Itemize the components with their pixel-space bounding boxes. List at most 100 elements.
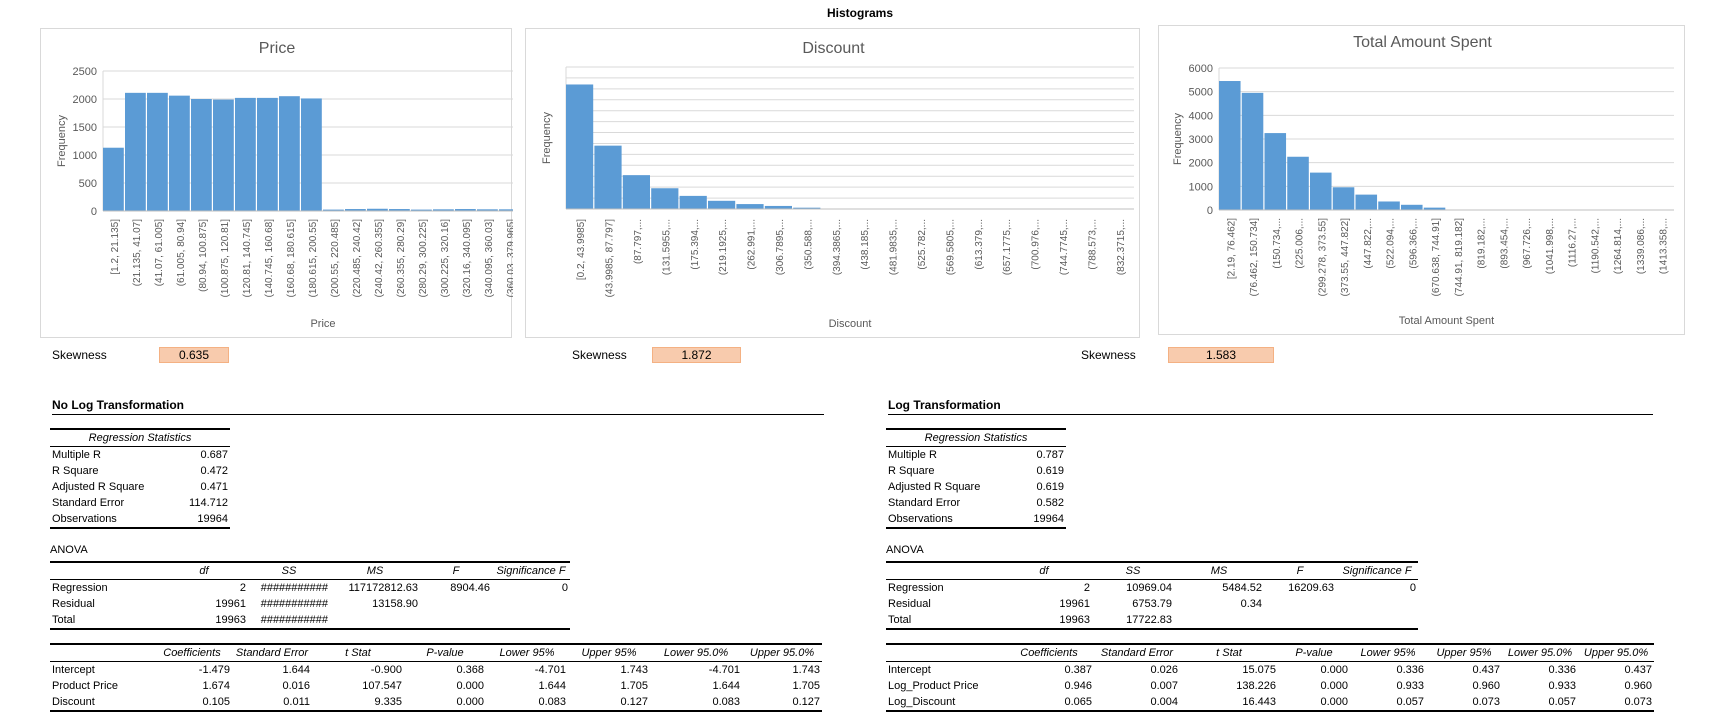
regression-statistics-table: Regression Statistics Multiple R 0.787 R Sq…: [886, 428, 1066, 529]
y-tick-label: 1000: [73, 150, 97, 162]
x-tick-label: (340.095, 360.03]: [484, 219, 495, 298]
table-row: Log_Product Price 0.946 0.007 138.226 0.000 0…: [886, 678, 1654, 694]
cell-value: -4.701: [534, 664, 566, 676]
stat-label: Multiple R: [888, 449, 937, 461]
cell-value: ###########: [260, 598, 328, 610]
y-tick-label: 4000: [1189, 110, 1213, 122]
cell-value: 1.644: [538, 680, 566, 692]
cell-value: 2: [1083, 582, 1090, 594]
cell-value: [492, 596, 570, 612]
x-tick-label: (180.615, 200.55]: [308, 219, 319, 298]
cell-value: 0.065: [1004, 694, 1094, 712]
cell-value: 0.011: [232, 694, 312, 712]
stat-value: 0.471: [200, 481, 228, 493]
cell-value: [1336, 596, 1418, 612]
coefficient-column-header: Upper 95%: [1426, 643, 1502, 662]
x-tick-label: (219.1925,...: [718, 219, 729, 275]
histogram-bar: [679, 195, 707, 209]
cell-value: -4.701: [708, 664, 740, 676]
discount-histogram: Discount [0.2, 43.9985] (43.9985, 87.797] (…: [525, 28, 1140, 338]
coefficient-column-header: Upper 95.0%: [742, 643, 822, 662]
coefficient-column-header: Upper 95%: [568, 643, 650, 662]
x-tick-label: (525.782,...: [917, 219, 928, 270]
table-row: Regression 2 ########### 117172812.63 8904.4…: [50, 580, 570, 597]
x-tick-label: (41.07, 61.005]: [154, 219, 165, 286]
cell-value: 0.057: [1350, 694, 1426, 712]
coefficients-table: Coefficients Standard Error t Stat P-value L…: [886, 643, 1654, 712]
histogram-bar: [213, 99, 234, 211]
row-label: Intercept: [52, 664, 95, 676]
row-label: Intercept: [888, 664, 931, 676]
cell-value: 0.083: [650, 694, 742, 712]
stat-label: Adjusted R Square: [888, 481, 981, 493]
stat-label: R Square: [888, 465, 935, 477]
x-tick-label: (832.3715,...: [1116, 219, 1127, 275]
x-tick-label: (200.55, 220.485]: [330, 219, 341, 298]
x-tick-label: (438.185,...: [860, 219, 871, 270]
stat-label: Standard Error: [888, 497, 961, 509]
skewness-label: Skewness: [1081, 348, 1136, 362]
cell-value: 0.960: [1624, 680, 1652, 692]
skewness-label: Skewness: [52, 348, 107, 362]
row-label: Total: [50, 612, 160, 630]
section-title-no-log: No Log Transformation: [52, 398, 824, 415]
table-row: Total 19963 17722.83: [886, 612, 1418, 630]
cell-value: [420, 612, 492, 630]
histogram-bar: [1401, 204, 1423, 210]
stat-label: R Square: [52, 465, 99, 477]
histogram-bar: [147, 92, 168, 211]
x-tick-label: (306.7895,...: [775, 219, 786, 275]
cell-value: 1.644: [282, 664, 310, 676]
y-axis-title: Frequency: [541, 112, 553, 164]
cell-value: 16209.63: [1288, 582, 1334, 594]
x-axis-title: Price: [310, 318, 335, 330]
x-tick-label: (280.29, 300.225]: [418, 219, 429, 298]
table-row: R Square 0.472: [50, 463, 230, 479]
cell-value: 0.105: [152, 694, 232, 712]
cell-value: [1174, 612, 1264, 630]
table-row: Standard Error 0.582: [886, 495, 1066, 511]
price-histogram: Price 0 500 1000 1500 2000 2500 [1.2, 21.135] (2…: [40, 28, 513, 338]
x-tick-label: (1116.27,...: [1568, 218, 1579, 267]
stat-value: 0.619: [1036, 481, 1064, 493]
coefficient-column-header: t Stat: [1180, 643, 1278, 662]
x-tick-label: [0.2, 43.9985]: [576, 219, 587, 280]
cell-value: [1264, 596, 1336, 612]
cell-value: 0.073: [1426, 694, 1502, 712]
stat-value: 0.687: [200, 449, 228, 461]
x-tick-label: (700.976,...: [1031, 219, 1042, 270]
anova-column-header: MS: [1174, 561, 1264, 580]
chart-title: Price: [259, 40, 296, 57]
cell-value: 0.946: [1064, 680, 1092, 692]
table-row: Adjusted R Square 0.471: [50, 479, 230, 495]
cell-value: 0: [1409, 582, 1416, 594]
table-row: Product Price 1.674 0.016 107.547 0.000 1.644…: [50, 678, 822, 694]
coefficient-column-header: Coefficients: [152, 643, 232, 662]
histogram-bar: [1287, 156, 1309, 210]
cell-value: 2: [239, 582, 246, 594]
cell-value: 0.336: [1396, 664, 1424, 676]
coefficient-column-header: P-value: [404, 643, 486, 662]
histogram-bar: [301, 98, 322, 211]
histogram-bar: [169, 95, 190, 211]
cell-value: 1.674: [202, 680, 230, 692]
x-tick-label: (893.454,...: [1499, 218, 1510, 269]
anova-column-header: [886, 561, 996, 580]
cell-value: 1.743: [792, 664, 820, 676]
cell-value: 0.073: [1578, 694, 1654, 712]
cell-value: 1.743: [620, 664, 648, 676]
stat-label: Adjusted R Square: [52, 481, 145, 493]
skewness-value: 1.583: [1168, 347, 1274, 363]
cell-value: 19963: [996, 612, 1092, 630]
table-row: Regression 2 10969.04 5484.52 16209.63 0: [886, 580, 1418, 597]
x-tick-label: [2.19, 76.462]: [1226, 218, 1237, 279]
histogram-bar: [1219, 81, 1241, 210]
cell-value: 6753.79: [1132, 598, 1172, 610]
y-tick-label: 2500: [73, 66, 97, 78]
coefficient-column-header: Coefficients: [1004, 643, 1094, 662]
stat-label: Observations: [886, 511, 1019, 529]
x-tick-label: (1339.086,...: [1636, 218, 1647, 274]
x-tick-label: (744.91, 819.182]: [1454, 218, 1465, 297]
cell-value: [492, 612, 570, 630]
x-tick-label: (569.5805,...: [945, 219, 956, 275]
